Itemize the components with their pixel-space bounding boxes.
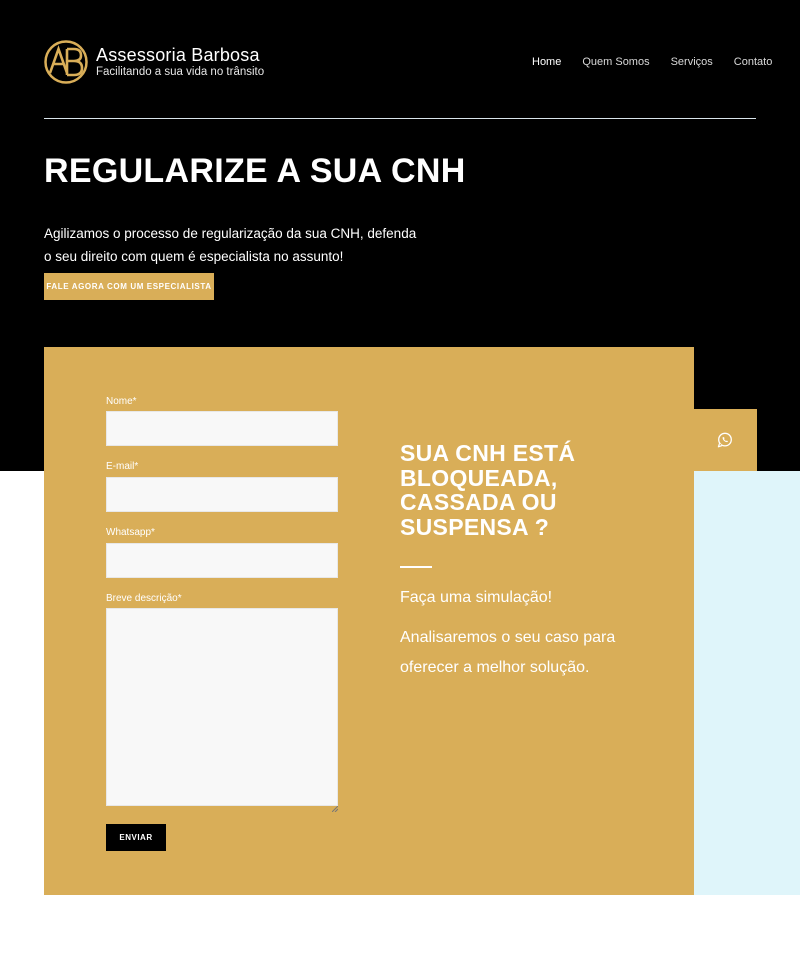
promo-divider <box>400 566 432 568</box>
main-nav: Home Quem Somos Serviços Contato <box>532 56 772 68</box>
nav-item-contato[interactable]: Contato <box>734 56 773 68</box>
description-textarea[interactable] <box>106 608 338 806</box>
nav-item-home[interactable]: Home <box>532 56 561 68</box>
email-input[interactable] <box>106 477 338 512</box>
nav-item-quem-somos[interactable]: Quem Somos <box>582 56 649 68</box>
promo-subtitle: Faça uma simulação! <box>400 589 553 606</box>
brand-title: Assessoria Barbosa <box>96 45 260 65</box>
description-label: Breve descrição* <box>106 593 182 604</box>
promo-text: Analisaremos o seu caso para oferecer a … <box>400 629 616 676</box>
whatsapp-icon <box>717 432 732 448</box>
logo-icon[interactable] <box>44 40 88 84</box>
name-label: Nome* <box>106 396 137 407</box>
hero-title: REGULARIZE A SUA CNH <box>44 152 466 190</box>
hero-text: Agilizamos o processo de regularização d… <box>44 226 417 264</box>
promo-title: SUA CNH ESTÁ BLOQUEADA, CASSADA OU SUSPE… <box>400 440 576 540</box>
whatsapp-input[interactable] <box>106 543 338 578</box>
nav-item-servicos[interactable]: Serviços <box>671 56 713 68</box>
whatsapp-button[interactable] <box>694 409 757 471</box>
name-input[interactable] <box>106 411 338 446</box>
email-label: E-mail* <box>106 461 139 472</box>
submit-button[interactable]: ENVIAR <box>106 824 166 851</box>
brand-subtitle: Facilitando a sua vida no trânsito <box>96 66 265 78</box>
contact-form-card: Nome* E-mail* Whatsapp* Breve descrição*… <box>44 347 694 895</box>
cta-button[interactable]: FALE AGORA COM UM ESPECIALISTA <box>44 273 214 300</box>
header-divider <box>44 118 756 119</box>
resize-grip-icon[interactable] <box>331 799 339 813</box>
whatsapp-label: Whatsapp* <box>106 527 155 538</box>
side-accent-panel <box>694 471 800 895</box>
